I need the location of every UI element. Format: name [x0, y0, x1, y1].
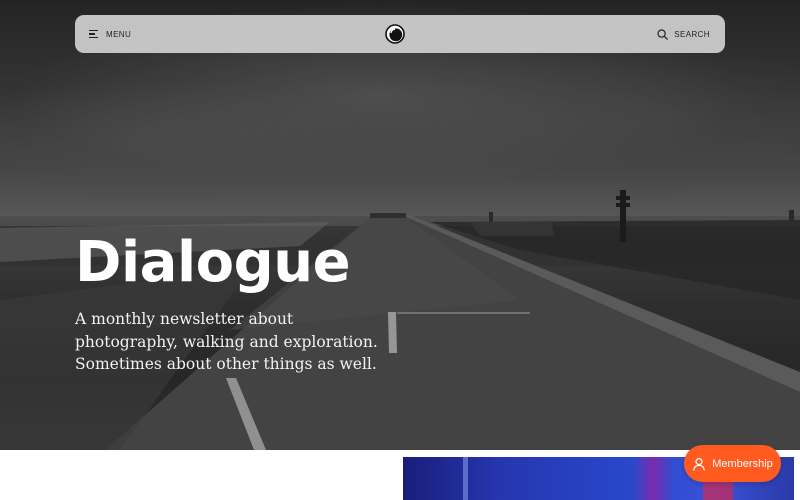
hero-background-photo [0, 0, 800, 450]
image-detail [463, 457, 468, 500]
membership-button[interactable]: Membership [684, 445, 781, 482]
menu-button[interactable]: MENU [89, 15, 131, 53]
search-icon [657, 28, 669, 40]
site-logo[interactable] [385, 24, 405, 44]
hero-description: A monthly newsletter about photography, … [75, 310, 378, 373]
user-icon [693, 457, 706, 471]
top-navbar: MENU SEARCH [75, 15, 725, 53]
hero-section: MENU SEARCH Dialogue A monthly newslette… [0, 0, 800, 450]
menu-label: MENU [106, 29, 132, 39]
menu-icon [89, 29, 99, 39]
search-button[interactable]: SEARCH [657, 15, 710, 53]
image-detail [633, 457, 673, 500]
search-label: SEARCH [674, 29, 710, 39]
membership-label: Membership [712, 457, 773, 470]
hero-title: Dialogue [75, 230, 351, 295]
